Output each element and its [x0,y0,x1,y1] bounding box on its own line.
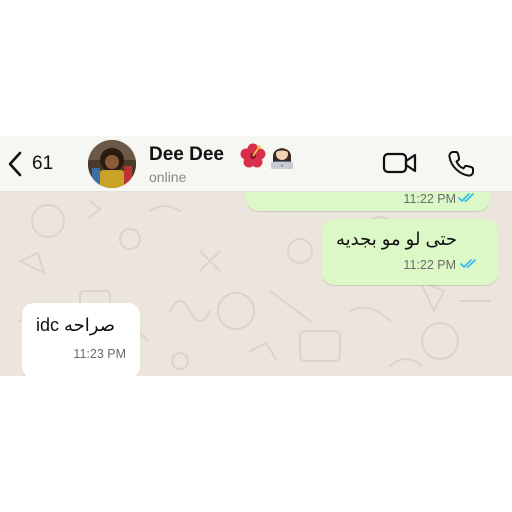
contact-avatar[interactable] [88,140,136,188]
read-ticks-icon [460,259,476,269]
technologist-emoji [271,148,293,169]
avatar-image [88,140,136,188]
hibiscus-emoji [240,143,266,168]
back-button[interactable]: 61 [8,150,68,178]
video-camera-icon[interactable] [382,150,418,176]
chat-window: 61 Dee Dee online 11:22 PM حتى لو مو بجد… [0,136,512,376]
read-ticks-icon [458,193,474,203]
message-time: 11:22 PM [403,258,456,272]
message-time: 11:23 PM [73,347,126,361]
phone-icon[interactable] [446,149,476,179]
unread-count: 61 [32,153,54,174]
contact-name[interactable]: Dee Dee [149,144,224,166]
message-time: 11:22 PM [403,192,456,206]
chevron-left-icon [8,151,22,177]
message-bubble-outgoing[interactable]: حتى لو مو بجديه 11:22 PM [322,219,498,285]
message-list[interactable]: 11:22 PM حتى لو مو بجديه 11:22 PM صراحه … [0,191,512,376]
message-text: صراحه idc [36,315,116,335]
chat-header: 61 Dee Dee online [0,136,512,192]
message-text: حتى لو مو بجديه [336,229,458,249]
message-bubble-outgoing[interactable]: 11:22 PM [246,191,490,211]
contact-status: online [149,169,187,185]
message-bubble-incoming[interactable]: صراحه idc 11:23 PM [22,303,140,376]
